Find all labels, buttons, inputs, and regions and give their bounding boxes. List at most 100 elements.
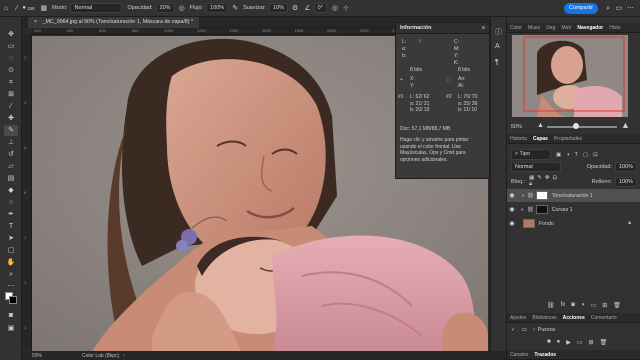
eraser-tool-icon[interactable]: ▱ xyxy=(4,161,18,172)
angle-field[interactable]: 0° xyxy=(313,3,327,13)
smoothing-settings-icon[interactable]: ⚙ xyxy=(292,5,298,12)
color-mode[interactable]: Color Lab (8bpc) xyxy=(82,353,119,359)
fx-icon[interactable]: fx xyxy=(561,302,566,309)
flow-field[interactable]: 100% xyxy=(206,3,229,13)
filter-shape-icon[interactable]: ▢ xyxy=(583,152,588,158)
tab-navigator[interactable]: Navegador xyxy=(574,25,606,31)
status-chevron-icon[interactable]: › xyxy=(123,353,125,359)
opacity-field[interactable]: 20% xyxy=(155,3,175,13)
tab-gradients[interactable]: Deg xyxy=(543,25,558,31)
filter-pixel-icon[interactable]: ▣ xyxy=(556,152,561,158)
character-panel-icon[interactable]: A xyxy=(495,43,500,50)
navigator-zoom-slider[interactable] xyxy=(547,126,617,128)
new-set-icon[interactable]: ▭ xyxy=(577,339,583,346)
lock-icons[interactable]: ▦✎✥⊡🔒︎ xyxy=(529,175,564,188)
navigator-zoom-handle[interactable] xyxy=(573,123,579,129)
tab-libraries[interactable]: Bibliotecas xyxy=(529,315,559,321)
play-icon[interactable]: ▶ xyxy=(566,339,571,346)
layer-row[interactable]: ◉ Fondo 🔒︎ xyxy=(507,217,640,230)
hand-tool-icon[interactable]: ✋ xyxy=(4,257,18,268)
mode-dropdown[interactable]: Normal xyxy=(70,3,123,13)
healing-brush-tool-icon[interactable]: ✚ xyxy=(4,113,18,124)
layer-row[interactable]: ◉ ◑ ⛓ Tono/saturación 1 xyxy=(507,189,640,202)
tab-history[interactable]: Historia xyxy=(507,136,530,142)
smoothing-field[interactable]: 10% xyxy=(269,3,289,13)
pressure-opacity-icon[interactable]: ◎ xyxy=(179,5,185,12)
new-layer-icon[interactable]: ⊞ xyxy=(602,302,607,309)
gradient-tool-icon[interactable]: ▤ xyxy=(4,173,18,184)
workspace-icon[interactable]: ▭ xyxy=(615,5,622,12)
artboard-tool-icon[interactable]: ▭ xyxy=(4,41,18,52)
crop-tool-icon[interactable]: ⌗ xyxy=(4,77,18,88)
tab-swatches[interactable]: Mues xyxy=(525,25,543,31)
fill-field[interactable]: 100% xyxy=(614,176,637,187)
filter-type-icon[interactable]: T xyxy=(575,152,578,158)
tab-histogram[interactable]: Histo xyxy=(606,25,623,31)
action-toggle-checkbox[interactable]: ✓ xyxy=(511,327,516,333)
filter-adjustment-icon[interactable]: ◑ xyxy=(566,152,569,158)
layer-mask-thumbnail[interactable] xyxy=(535,205,548,214)
tab-color[interactable]: Color xyxy=(507,25,525,31)
zoom-level[interactable]: 50% xyxy=(32,353,42,359)
move-tool-icon[interactable]: ✥ xyxy=(4,29,18,40)
pressure-size-icon[interactable]: ◎ xyxy=(332,5,338,12)
tab-layers[interactable]: Capas xyxy=(530,136,551,142)
dodge-tool-icon[interactable]: ○ xyxy=(4,197,18,208)
tab-patterns[interactable]: Matr xyxy=(558,25,574,31)
zoom-tool-icon[interactable]: ⌕ xyxy=(4,269,18,280)
stop-icon[interactable]: ■ xyxy=(547,339,551,346)
share-button[interactable]: Compartir xyxy=(564,3,598,14)
dialog-toggle-icon[interactable]: ▭ xyxy=(522,327,527,333)
brush-tool-icon[interactable]: ⁄ xyxy=(16,5,17,12)
airbrush-icon[interactable]: ✎ xyxy=(232,5,238,12)
panel-menu-icon[interactable]: ≡ xyxy=(482,23,485,34)
add-mask-icon[interactable]: ◙ xyxy=(571,302,575,309)
navigator-zoom-value[interactable]: 50% xyxy=(511,124,522,130)
blur-tool-icon[interactable]: ◆ xyxy=(4,185,18,196)
tab-paths[interactable]: Trazados xyxy=(531,352,559,358)
clone-stamp-tool-icon[interactable]: ⊥ xyxy=(4,137,18,148)
filter-smart-icon[interactable]: ⊡ xyxy=(593,152,598,158)
new-action-icon[interactable]: ⊞ xyxy=(589,339,594,346)
navigator-thumbnail[interactable] xyxy=(512,35,628,117)
zoom-out-icon[interactable]: ▲ xyxy=(537,122,544,129)
history-brush-tool-icon[interactable]: ↺ xyxy=(4,149,18,160)
visibility-eye-icon[interactable]: ◉ xyxy=(507,206,517,213)
new-group-icon[interactable]: ▭ xyxy=(591,302,597,309)
paragraph-panel-icon[interactable]: ¶ xyxy=(495,59,499,66)
quick-select-tool-icon[interactable]: ⊙ xyxy=(4,65,18,76)
tab-comments[interactable]: Comentario xyxy=(588,315,620,321)
blend-mode-dropdown[interactable]: Normal xyxy=(511,162,561,172)
tab-properties[interactable]: Propiedades xyxy=(551,136,585,142)
visibility-eye-icon[interactable]: ◉ xyxy=(507,192,517,199)
layer-mask-thumbnail[interactable] xyxy=(535,191,548,200)
link-layers-icon[interactable]: ⛓ xyxy=(547,302,555,309)
record-icon[interactable]: ● xyxy=(557,339,561,346)
path-select-tool-icon[interactable]: ➤ xyxy=(4,233,18,244)
type-tool-icon[interactable]: T xyxy=(4,221,18,232)
zoom-in-icon[interactable]: ▲ xyxy=(621,120,630,130)
frame-tool-icon[interactable]: ⊠ xyxy=(4,89,18,100)
lock-icon[interactable]: 🔒︎ xyxy=(628,220,631,227)
action-item[interactable]: ✓ ▭ › Pureza xyxy=(511,327,637,333)
info-panel-icon[interactable]: ⓘ xyxy=(495,27,502,37)
rectangle-tool-icon[interactable]: ▢ xyxy=(4,245,18,256)
delete-action-icon[interactable]: 🗑︎ xyxy=(600,339,608,346)
more-tools-icon[interactable]: ⋯ xyxy=(4,281,18,292)
tab-actions[interactable]: Acciones xyxy=(560,315,588,321)
layer-row[interactable]: ◉ ◐ ⛓ Curvas 1 xyxy=(507,203,640,216)
delete-layer-icon[interactable]: 🗑︎ xyxy=(613,302,621,309)
new-adjustment-icon[interactable]: ◑ xyxy=(581,302,585,309)
layer-opacity-field[interactable]: 100% xyxy=(614,162,637,172)
search-icon[interactable]: ⌕ xyxy=(606,5,610,12)
tab-channels[interactable]: Canales xyxy=(507,352,531,358)
layer-filter-dropdown[interactable]: ⌕ Tipo xyxy=(511,149,551,160)
visibility-eye-icon[interactable]: ◉ xyxy=(507,220,517,227)
brush-settings-icon[interactable]: ▦ xyxy=(41,5,48,12)
home-icon[interactable]: ⌂ xyxy=(4,5,8,12)
eyedropper-tool-icon[interactable]: ⁄ xyxy=(4,101,18,112)
pen-tool-icon[interactable]: ✒ xyxy=(4,209,18,220)
tab-adjustments[interactable]: Ajustes xyxy=(507,315,529,321)
info-panel-header[interactable]: Información ≡ xyxy=(396,23,489,34)
background-color-swatch[interactable] xyxy=(9,296,17,304)
